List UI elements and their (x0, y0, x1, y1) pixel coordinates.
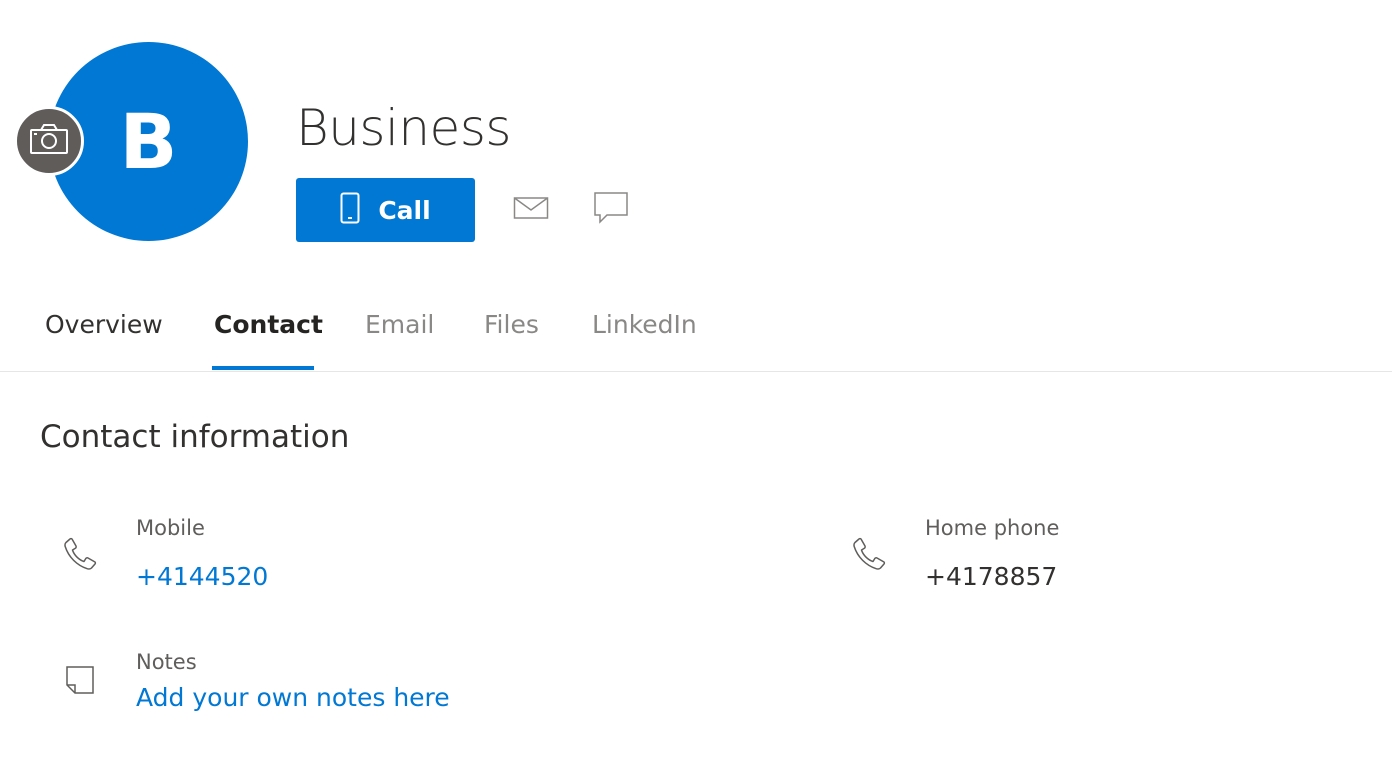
chat-icon (593, 191, 629, 229)
tab-files[interactable]: Files (484, 310, 539, 339)
notes-label: Notes (136, 650, 197, 674)
tab-contact[interactable]: Contact (214, 310, 323, 339)
avatar-initial: B (119, 96, 178, 186)
mail-icon (513, 196, 549, 224)
home-phone-value: +4178857 (925, 562, 1058, 591)
contact-card: B Business Call Overview Contact Email F… (0, 0, 1392, 763)
tab-overview[interactable]: Overview (45, 310, 163, 339)
active-tab-indicator (212, 366, 314, 370)
tab-linkedin[interactable]: LinkedIn (592, 310, 697, 339)
camera-icon (29, 123, 69, 159)
section-title: Contact information (40, 419, 350, 455)
send-email-button[interactable] (510, 194, 552, 226)
phone-icon (62, 536, 98, 572)
mobile-number-link[interactable]: +4144520 (136, 562, 268, 591)
tab-bar: Overview Contact Email Files LinkedIn (0, 300, 1392, 372)
call-button[interactable]: Call (296, 178, 475, 242)
phone-icon (851, 536, 887, 572)
change-photo-button[interactable] (14, 106, 84, 176)
home-phone-label: Home phone (925, 516, 1060, 540)
send-message-button[interactable] (590, 190, 632, 230)
mobile-phone-icon (340, 192, 360, 228)
add-notes-link[interactable]: Add your own notes here (136, 683, 450, 712)
note-icon (62, 662, 98, 698)
call-button-label: Call (378, 195, 431, 225)
tab-email[interactable]: Email (365, 310, 434, 339)
mobile-label: Mobile (136, 516, 205, 540)
contact-name: Business (296, 99, 511, 157)
